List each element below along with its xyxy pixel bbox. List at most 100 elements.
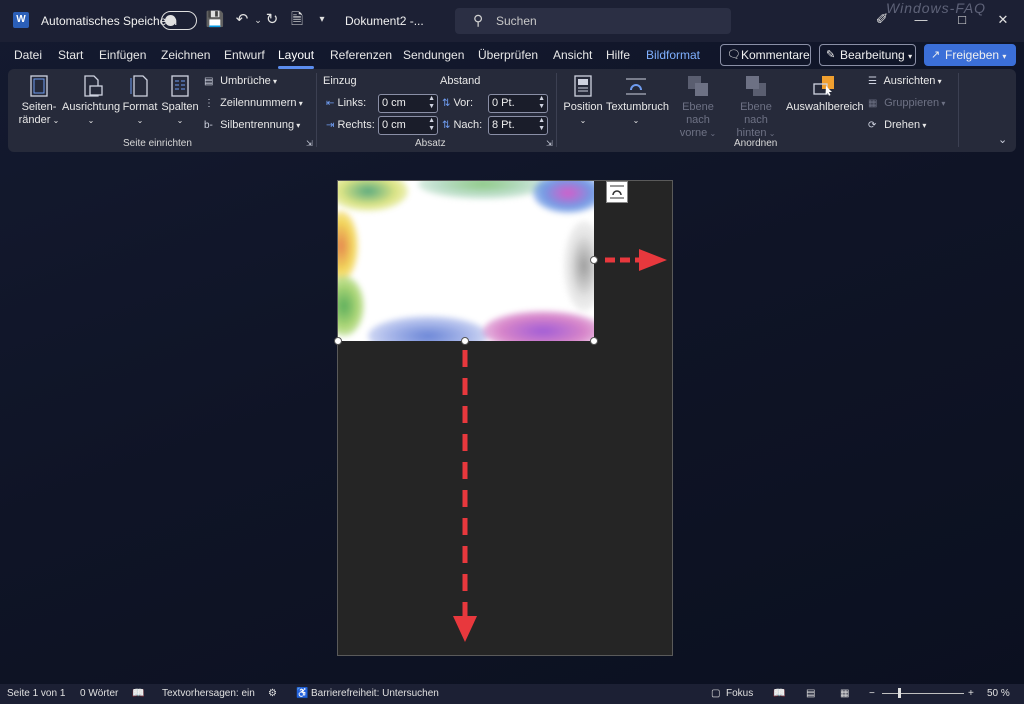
selection-pane-button[interactable]: Auswahlbereich	[786, 74, 864, 114]
customize-toolbar-icon[interactable]: ▾	[312, 10, 332, 30]
maximize-icon[interactable]: □	[951, 10, 973, 30]
indent-right-input[interactable]: 0 cm ▲ ▼	[378, 116, 438, 135]
print-layout-icon[interactable]: ▤	[806, 688, 815, 699]
line-numbers-icon: ⋮	[204, 98, 214, 109]
editing-mode-button[interactable]: ✎ Bearbeitung ▾	[819, 44, 916, 66]
wrap-text-button[interactable]: Textumbruch ⌄	[606, 74, 669, 127]
rotate-label: Drehen	[884, 119, 921, 131]
indent-right-label: ⇥ Rechts:	[326, 119, 375, 131]
margins-icon	[30, 75, 48, 97]
spacing-after-input[interactable]: 8 Pt. ▲ ▼	[488, 116, 548, 135]
tab-start[interactable]: Start	[58, 48, 83, 62]
proofing-icon[interactable]: 📖	[132, 688, 144, 699]
resize-handle-bottom-right[interactable]	[590, 337, 598, 345]
zoom-slider-thumb[interactable]	[898, 688, 902, 698]
wrap-text-label: Textumbruch	[606, 101, 669, 113]
text-predictions[interactable]: Textvorhersagen: ein	[162, 688, 255, 699]
save-icon[interactable]: 💾	[205, 10, 225, 30]
page-setup-group-label: Seite einrichten	[123, 138, 192, 149]
inserted-image[interactable]	[338, 181, 594, 341]
resize-handle-bottom-left[interactable]	[334, 337, 342, 345]
tab-referenzen[interactable]: Referenzen	[330, 48, 392, 62]
layout-options-button[interactable]	[606, 181, 628, 203]
paragraph-launcher-icon[interactable]: ⇲	[546, 139, 553, 148]
orientation-icon	[84, 75, 103, 97]
zoom-level[interactable]: 50 %	[987, 688, 1010, 699]
group-separator	[316, 73, 317, 147]
tab-layout[interactable]: Layout	[278, 48, 314, 62]
indent-right-text: Rechts:	[337, 119, 375, 131]
collapse-ribbon-icon[interactable]: ⌄	[998, 133, 1007, 146]
send-backward-icon	[746, 76, 766, 96]
tab-hilfe[interactable]: Hilfe	[606, 48, 630, 62]
zoom-slider[interactable]	[882, 693, 964, 694]
bring-forward-button[interactable]: Ebene nach vorne ⌄	[670, 74, 726, 140]
document-title[interactable]: Dokument2 -...	[345, 14, 424, 28]
search-placeholder: Suchen	[496, 14, 537, 28]
tab-sendungen[interactable]: Sendungen	[403, 48, 464, 62]
margins-button[interactable]: Seiten- ränder ⌄	[16, 74, 62, 127]
minimize-icon[interactable]: —	[910, 10, 932, 30]
spacing-after-icon: ⇅	[442, 120, 451, 131]
focus-mode[interactable]: Fokus	[726, 688, 753, 699]
word-count[interactable]: 0 Wörter	[80, 688, 118, 699]
page-count[interactable]: Seite 1 von 1	[7, 688, 65, 699]
hyphenation-label: Silbentrennung	[220, 119, 295, 131]
chevron-down-icon: ⌄	[766, 129, 776, 138]
breaks-button[interactable]: ▤ Umbrüche ▾	[204, 75, 277, 87]
align-label: Ausrichten	[883, 75, 936, 87]
indent-left-label: ⇤ Links:	[326, 97, 366, 109]
columns-icon	[171, 75, 189, 97]
align-button[interactable]: ☰ Ausrichten ▾	[868, 75, 942, 87]
tab-zeichnen[interactable]: Zeichnen	[161, 48, 210, 62]
close-icon[interactable]: ✕	[992, 10, 1014, 30]
line-numbers-button[interactable]: ⋮ Zeilennummern ▾	[204, 97, 303, 109]
orientation-button[interactable]: Ausrichtung ⌄	[62, 74, 120, 127]
page-size-icon	[130, 75, 148, 97]
arrow-down-icon	[453, 350, 477, 642]
accessibility-status[interactable]: Barrierefreiheit: Untersuchen	[311, 688, 439, 699]
image-smoke-top	[418, 181, 548, 199]
redo-icon[interactable]: ↻	[262, 10, 282, 30]
tab-ueberpruefen[interactable]: Überprüfen	[478, 48, 538, 62]
share-button-label: Freigeben	[945, 48, 1000, 62]
search-box[interactable]: ⚲ Suchen	[455, 8, 731, 34]
resize-handle-bottom[interactable]	[461, 337, 469, 345]
tab-bildformat[interactable]: Bildformat	[646, 48, 700, 62]
tab-entwurf[interactable]: Entwurf	[224, 48, 265, 62]
indent-left-input[interactable]: 0 cm ▲ ▼	[378, 94, 438, 113]
indent-left-icon: ⇤	[326, 98, 335, 109]
rotate-button[interactable]: ⟳ Drehen ▾	[868, 119, 926, 131]
hyphenation-button[interactable]: b‑ Silbentrennung ▾	[204, 119, 300, 131]
rotate-icon: ⟳	[868, 120, 877, 131]
position-button[interactable]: Position ⌄	[562, 74, 604, 127]
spinner-icon[interactable]: ▲ ▼	[428, 117, 435, 133]
track-changes-icon[interactable]: ⚙	[268, 688, 277, 699]
resize-handle-right[interactable]	[590, 256, 598, 264]
spinner-icon[interactable]: ▲ ▼	[538, 95, 545, 111]
tab-ansicht[interactable]: Ansicht	[553, 48, 592, 62]
share-button[interactable]: ↗ Freigeben ▾	[924, 44, 1016, 66]
spinner-icon[interactable]: ▲ ▼	[538, 117, 545, 133]
web-layout-icon[interactable]: ▦	[840, 688, 849, 699]
zoom-out-button[interactable]: −	[869, 688, 875, 699]
comments-button[interactable]: 🗨 Kommentare	[720, 44, 811, 66]
new-document-icon[interactable]: 🗎	[287, 10, 307, 30]
group-objects-button[interactable]: ▦ Gruppieren ▾	[868, 97, 945, 109]
send-backward-button[interactable]: Ebene nach hinten ⌄	[728, 74, 784, 140]
size-button[interactable]: Format ⌄	[120, 74, 160, 127]
tab-einfuegen[interactable]: Einfügen	[99, 48, 146, 62]
read-mode-icon[interactable]: 📖	[773, 688, 785, 699]
selection-pane-icon	[813, 76, 834, 96]
image-smoke-left	[338, 211, 358, 281]
indent-left-text: Links:	[337, 97, 367, 109]
columns-button[interactable]: Spalten ⌄	[160, 74, 200, 127]
image-smoke-right	[564, 221, 594, 311]
spacing-before-input[interactable]: 0 Pt. ▲ ▼	[488, 94, 548, 113]
tab-datei[interactable]: Datei	[14, 48, 42, 62]
page-setup-launcher-icon[interactable]: ⇲	[306, 139, 313, 148]
spinner-icon[interactable]: ▲ ▼	[428, 95, 435, 111]
autosave-toggle[interactable]	[161, 11, 197, 30]
zoom-in-button[interactable]: +	[968, 688, 974, 699]
spacing-after-text: Nach:	[453, 119, 483, 131]
